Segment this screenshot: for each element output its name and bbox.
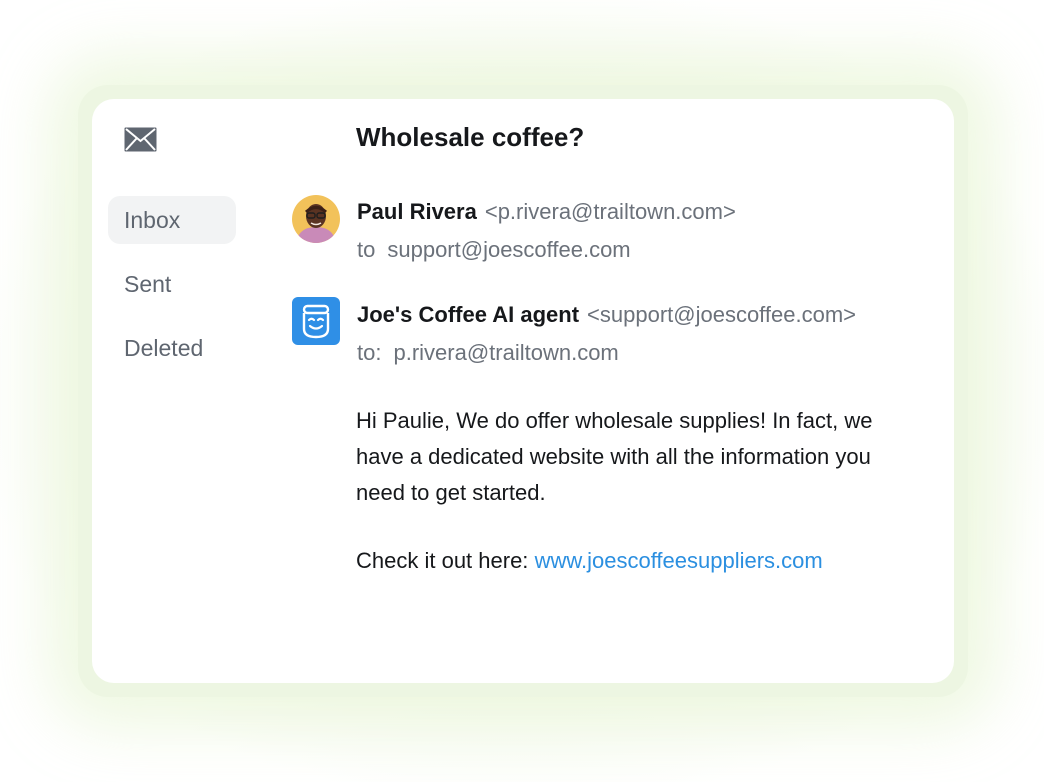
sender-email: <support@joescoffee.com> (587, 302, 857, 327)
recipient-line-2: to: p.rivera@trailtown.com (357, 340, 619, 366)
email-subject: Wholesale coffee? (356, 122, 585, 152)
supplier-link[interactable]: www.joescoffeesuppliers.com (535, 548, 823, 573)
sender-email: <p.rivera@trailtown.com> (484, 199, 736, 224)
sender-line-1: Paul Rivera <p.rivera@trailtown.com> (357, 199, 736, 225)
cta-prefix: Check it out here: (356, 548, 529, 573)
cta-line: Check it out here: www.joescoffeesupplie… (356, 548, 823, 574)
sender-line-2: Joe's Coffee AI agent <support@joescoffee… (357, 302, 856, 328)
email-body: Hi Paulie, We do offer wholesale supplie… (356, 408, 873, 505)
recipient-email: p.rivera@trailtown.com (393, 340, 619, 365)
sender-name: Paul Rivera (357, 199, 477, 224)
to-label: to (357, 237, 376, 262)
to-label: to: (357, 340, 382, 365)
sidebar-item-deleted[interactable]: Deleted (108, 324, 236, 372)
sidebar-item-sent[interactable]: Sent (108, 260, 236, 308)
email-card (92, 99, 954, 683)
ai-agent-icon[interactable] (292, 297, 340, 345)
mail-icon (124, 127, 157, 152)
avatar[interactable] (292, 195, 340, 243)
sender-name: Joe's Coffee AI agent (357, 302, 580, 327)
recipient-line-1: to support@joescoffee.com (357, 237, 631, 263)
sidebar-item-inbox[interactable]: Inbox (108, 196, 236, 244)
recipient-email: support@joescoffee.com (387, 237, 631, 262)
